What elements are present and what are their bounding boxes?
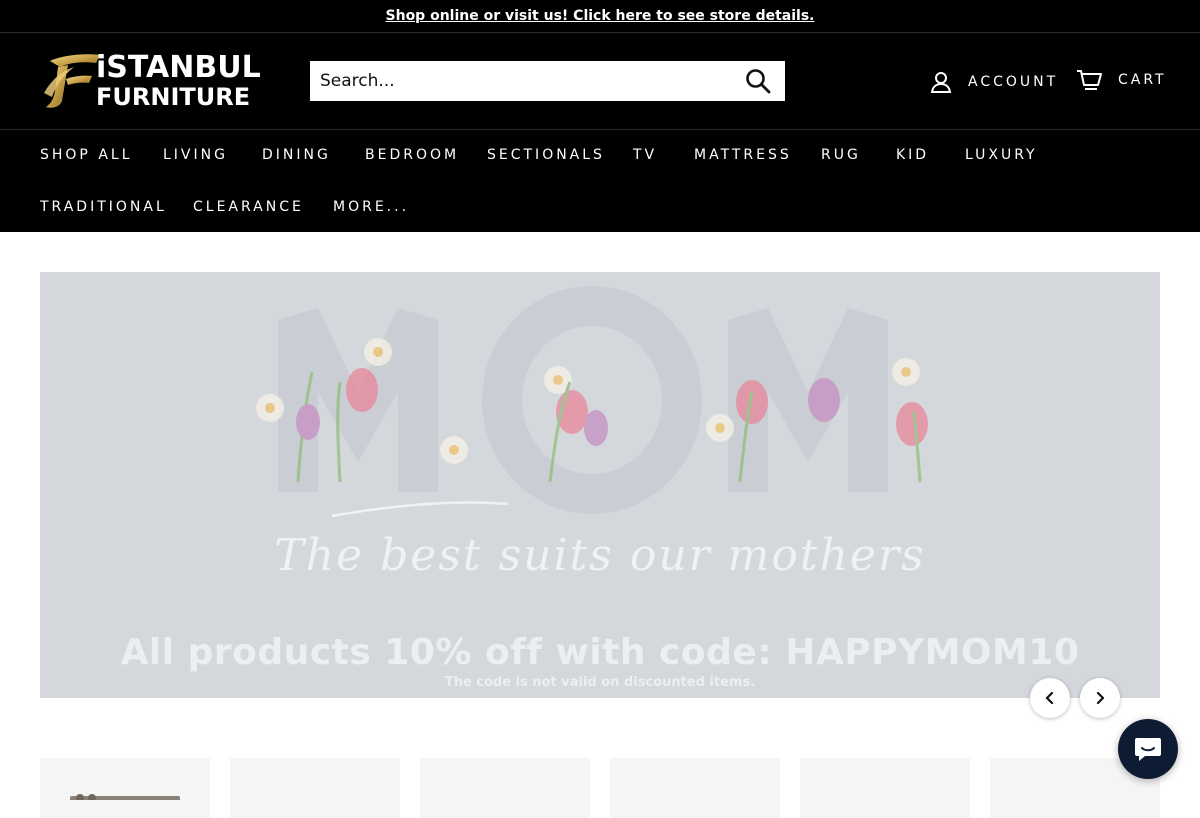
collection-card[interactable] [420, 758, 590, 818]
collection-card[interactable] [800, 758, 970, 818]
collection-card[interactable] [40, 758, 210, 818]
site-header: iSTANBUL FURNITURE ACCOUNT CART [0, 33, 1200, 130]
main-navigation: SHOP ALL LIVING DINING BEDROOM SECTIONAL… [0, 130, 1200, 232]
nav-item-living[interactable]: LIVING [163, 147, 228, 163]
search-bar [310, 61, 785, 101]
logo-line-1: iSTANBUL [96, 50, 261, 85]
search-icon [746, 69, 771, 94]
product-thumbnail [70, 794, 180, 802]
collection-card[interactable] [230, 758, 400, 818]
hero-promo-text: All products 10% off with code: HAPPYMOM… [120, 632, 1080, 673]
logo-text: iSTANBUL FURNITURE [96, 50, 261, 111]
logo-mark-icon [44, 54, 100, 108]
chevron-right-icon [1096, 692, 1105, 704]
logo-line-2: FURNITURE [96, 83, 251, 111]
hero-banner[interactable]: The best suits our mothers All products … [40, 272, 1160, 698]
chevron-left-icon [1045, 692, 1054, 704]
announcement-bar: Shop online or visit us! Click here to s… [0, 0, 1200, 33]
nav-item-more[interactable]: MORE... [333, 199, 409, 215]
search-input[interactable] [310, 61, 730, 101]
hero-tagline: The best suits our mothers [274, 530, 926, 581]
account-link[interactable]: ACCOUNT [930, 71, 1058, 93]
nav-item-traditional[interactable]: TRADITIONAL [40, 199, 167, 215]
nav-item-shop-all[interactable]: SHOP ALL [40, 147, 133, 163]
nav-item-bedroom[interactable]: BEDROOM [365, 147, 459, 163]
cart-label: CART [1118, 72, 1167, 88]
site-logo[interactable]: iSTANBUL FURNITURE [40, 48, 280, 114]
hero-promo-note: The code is not valid on discounted item… [444, 675, 756, 690]
account-label: ACCOUNT [968, 74, 1059, 90]
collection-card[interactable] [610, 758, 780, 818]
nav-item-luxury[interactable]: LUXURY [965, 147, 1038, 163]
nav-item-clearance[interactable]: CLEARANCE [193, 199, 304, 215]
account-icon [930, 72, 952, 93]
cart-link[interactable]: CART [1076, 69, 1167, 91]
search-button[interactable] [745, 68, 771, 94]
slider-next-button[interactable] [1080, 678, 1120, 718]
nav-item-rug[interactable]: RUG [821, 147, 861, 163]
cart-icon [1077, 70, 1102, 90]
nav-item-mattress[interactable]: MATTRESS [694, 147, 792, 163]
chat-widget-button[interactable] [1118, 719, 1178, 779]
nav-item-kid[interactable]: KID [896, 147, 929, 163]
slider-previous-button[interactable] [1030, 678, 1070, 718]
nav-item-dining[interactable]: DINING [262, 147, 331, 163]
collection-cards [40, 758, 1160, 818]
nav-item-tv[interactable]: TV [633, 147, 657, 163]
chat-icon [1135, 738, 1161, 761]
announcement-link[interactable]: Shop online or visit us! Click here to s… [386, 8, 815, 24]
nav-item-sectionals[interactable]: SECTIONALS [487, 147, 605, 163]
